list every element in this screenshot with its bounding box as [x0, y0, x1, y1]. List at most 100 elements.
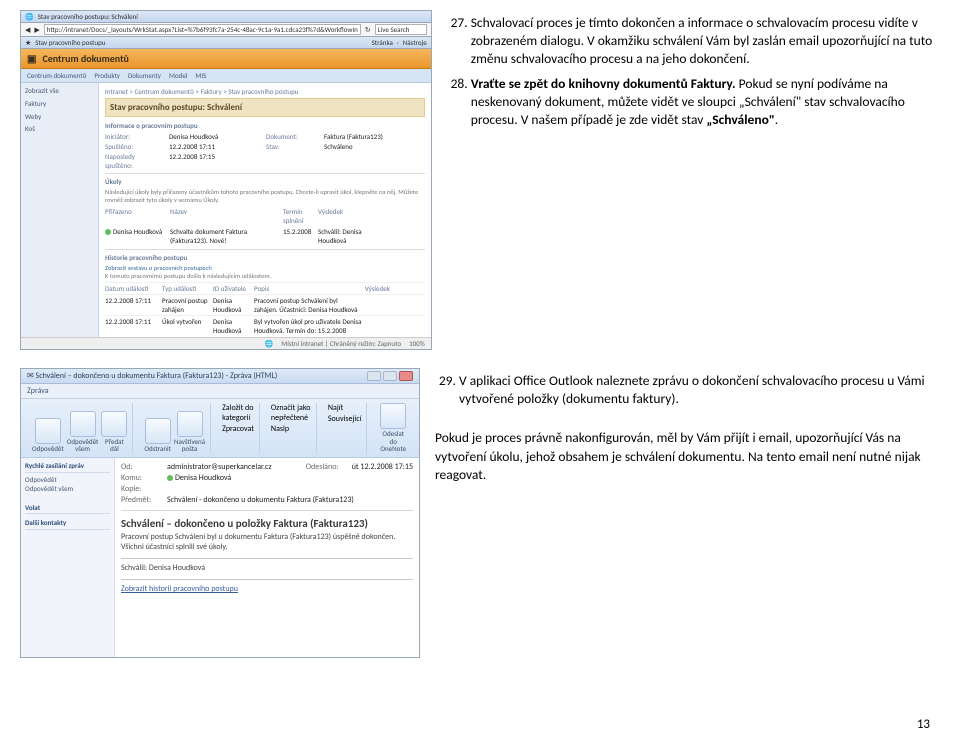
- instruction-28-bold: Vraťte se zpět do knihovny dokumentů Fak…: [471, 75, 739, 92]
- outlook-tabs: Zpráva: [21, 384, 419, 399]
- category-label[interactable]: Zpracovat: [222, 424, 254, 434]
- info-value: 12.2.2008 17:15: [169, 152, 260, 170]
- ie-tabbar: ★ Stav pracovního postupu Stránka · Nást…: [21, 37, 431, 49]
- maximize-icon[interactable]: [383, 371, 397, 381]
- hist-date: 12.2.2008 17:11: [105, 296, 159, 305]
- zone-label: Místní intranet | Chráněný režim: Zapnut…: [281, 339, 401, 348]
- sharepoint-header: ▣ Centrum dokumentů: [21, 49, 431, 69]
- site-tab[interactable]: MIS: [195, 71, 206, 80]
- separator: [121, 579, 413, 580]
- nav-item[interactable]: Faktury: [25, 99, 94, 109]
- sp-content: Intranet > Centrum dokumentů > Faktury >…: [99, 83, 431, 337]
- history-section: Historie pracovního postupu Zobrazit ses…: [105, 253, 425, 337]
- window-title: Schválení – dokončeno u dokumentu Faktur…: [36, 371, 278, 381]
- find-label[interactable]: Najít: [328, 403, 343, 413]
- site-tab[interactable]: Centrum dokumentů: [27, 71, 86, 80]
- hist-type: Úkol vytvořen: [162, 317, 210, 326]
- outlook-titlebar: ✉ Schválení – dokončeno u dokumentu Fakt…: [21, 369, 419, 384]
- nav-item[interactable]: Koš: [25, 124, 94, 134]
- move-button[interactable]: Navštívená pošta: [174, 411, 205, 453]
- reply-all-icon: [70, 411, 96, 437]
- sharepoint-screenshot: 🌐 Stav pracovního postupu: Schválení ◀ ▶…: [20, 10, 432, 350]
- nav-back-icon: ◀: [25, 25, 30, 34]
- page-title: Stav pracovního postupu: Schválení: [105, 98, 425, 117]
- col-header: Popis: [254, 284, 362, 293]
- hist-desc: Byl vytvořen úkol pro uživatele Denisa H…: [254, 317, 362, 337]
- ie-statusbar: 🌐 Místní intranet | Chráněný režim: Zapn…: [21, 337, 431, 349]
- separator: [121, 558, 413, 559]
- to-value: Denisa Houdková: [175, 473, 231, 483]
- history-row: 12.2.2008 17:11 Pracovní postup zahájen …: [105, 294, 425, 315]
- delete-button[interactable]: Odstranit: [144, 418, 171, 453]
- task-user: Denisa Houdková: [113, 227, 162, 236]
- task-title[interactable]: Schvalte dokument Faktura (Faktura123). …: [170, 227, 280, 245]
- history-link[interactable]: Zobrazit historii pracovního postupu: [121, 584, 413, 594]
- to-label: Komu:: [121, 473, 161, 483]
- onenote-label: Odeslat do OneNote: [380, 429, 406, 453]
- outlook-ribbon: Odpovědět Odpovědět všem Předat dál Odst…: [21, 399, 419, 458]
- col-header: Termín splnění: [283, 207, 315, 225]
- reply-all-label: Odpovědět všem: [67, 437, 99, 454]
- mail-headers: Od: administrator@superkancelar.cz Odesl…: [121, 462, 413, 511]
- ie-title: Stav pracovního postupu: Schválení: [38, 12, 138, 21]
- instruction-list-bottom: V aplikaci Office Outlook naleznete zprá…: [435, 372, 940, 408]
- url-field[interactable]: http://intranet/Docs/_layouts/WrkStat.as…: [44, 24, 361, 35]
- tool-label: Nástroje: [403, 38, 427, 47]
- site-tab[interactable]: Produkty: [94, 71, 120, 80]
- outlook-sidepanel: Rychlé zasílání zpráv Odpovědět Odpovědě…: [21, 458, 115, 657]
- side-item[interactable]: Odpovědět: [25, 475, 110, 484]
- reply-button[interactable]: Odpovědět: [32, 418, 64, 453]
- reply-label: Odpovědět: [32, 444, 64, 453]
- hist-user: Denisa Houdková: [213, 317, 251, 335]
- nav-item[interactable]: Weby: [25, 112, 94, 122]
- hist-date: 12.2.2008 17:11: [105, 317, 159, 326]
- ie-tab[interactable]: Stav pracovního postupu: [35, 38, 105, 47]
- sp-logo-icon: ▣: [27, 52, 36, 65]
- title-glyph-icon: 🌐: [25, 12, 34, 21]
- forward-button[interactable]: Předat dál: [101, 411, 127, 453]
- hist-user: Denisa Houdková: [213, 296, 251, 314]
- side-title: Rychlé zasílání zpráv: [25, 461, 110, 472]
- subject-label: Předmět:: [121, 495, 161, 505]
- from-label: Od:: [121, 462, 161, 472]
- col-header: Výsledek: [318, 207, 376, 225]
- mail-approved-line: Schválil: Denisa Houdková: [121, 563, 413, 573]
- col-header: Výsledek: [365, 284, 425, 293]
- nav-item[interactable]: Zobrazit vše: [25, 86, 94, 96]
- followup-label[interactable]: Naslp: [271, 424, 289, 434]
- site-tab[interactable]: Model: [169, 71, 187, 80]
- closing-paragraph: Pokud je proces právně nakonfigurován, m…: [435, 429, 940, 484]
- info-value: Denisa Houdková: [169, 132, 260, 141]
- reply-icon: [35, 418, 61, 444]
- side-item[interactable]: Odpovědět všem: [25, 484, 110, 493]
- zoom-label: 100%: [409, 339, 425, 348]
- close-icon[interactable]: [399, 371, 413, 381]
- search-field[interactable]: Live Search: [375, 24, 427, 35]
- info-value: Schváleno: [324, 142, 425, 151]
- info-value: 12.2.2008 17:11: [169, 142, 260, 151]
- instruction-28: Vraťte se zpět do knihovny dokumentů Fak…: [471, 75, 940, 130]
- mark-unread-label[interactable]: Označit jako nepřečtené: [271, 403, 311, 423]
- reply-all-button[interactable]: Odpovědět všem: [67, 411, 99, 453]
- info-value: Faktura (Faktura123): [324, 132, 425, 141]
- instruction-28-state: Schváleno: [712, 111, 769, 128]
- onenote-button[interactable]: Odeslat do OneNote: [378, 403, 408, 453]
- minimize-icon[interactable]: [367, 371, 381, 381]
- move-icon: [177, 411, 203, 437]
- refresh-icon: ↻: [365, 25, 371, 34]
- presence-icon: [167, 475, 173, 481]
- mail-body-line: Pracovní postup Schválení byl u dokument…: [121, 532, 413, 552]
- history-note: K tomuto pracovnímu postupu došlo k násl…: [105, 272, 425, 280]
- site-tab[interactable]: Dokumenty: [128, 71, 161, 80]
- world-icon: 🌐: [265, 339, 274, 348]
- history-link[interactable]: Zobrazit sestavu o pracovních postupech: [105, 264, 425, 272]
- categorize-label[interactable]: Založit do kategorií: [222, 403, 254, 423]
- related-label[interactable]: Související: [328, 414, 362, 424]
- history-row: 12.2.2008 17:11 Úkol vytvořen Denisa Hou…: [105, 315, 425, 337]
- col-header: ID uživatele: [213, 284, 251, 293]
- ribbon-tab[interactable]: Zpráva: [27, 386, 49, 396]
- sent-label: Odesláno:: [306, 462, 346, 472]
- section-title: Historie pracovního postupu: [105, 253, 425, 262]
- move-label: Navštívená pošta: [174, 437, 205, 454]
- mail-icon: ✉: [27, 371, 34, 381]
